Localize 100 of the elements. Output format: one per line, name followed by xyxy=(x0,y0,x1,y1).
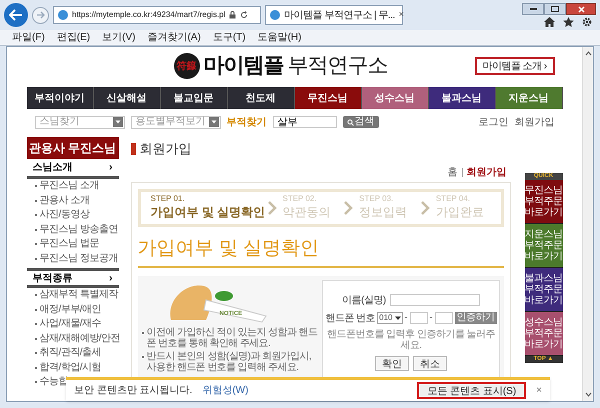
form-button[interactable]: 확인 xyxy=(374,356,409,370)
field-label: 이름(실명) xyxy=(342,294,386,308)
search-label: 부적찾기 xyxy=(226,116,266,130)
quick-link[interactable]: 불과스님 부적주문 바로가기 xyxy=(524,268,562,312)
section-title: 스님소개 xyxy=(32,161,72,175)
menu-item[interactable]: 도움말(H) xyxy=(258,30,302,45)
search-button[interactable]: 검색 xyxy=(342,116,378,128)
notice-text: 반드시 본인의 성함(실명)과 회원가입시, 사용한 핸드폰 번호를 입력해 주세요. xyxy=(146,350,312,372)
sidebar-item[interactable]: 합격/학업/시험 xyxy=(40,362,102,374)
nav-tab[interactable]: 불교입문 xyxy=(160,87,228,109)
menu-item[interactable]: 편집(E) xyxy=(56,30,90,45)
chevron-icon xyxy=(266,200,276,216)
dash-text: - xyxy=(430,311,432,324)
header-link[interactable]: 로그인 xyxy=(478,114,508,130)
nav-tab[interactable]: 불과스님 xyxy=(428,87,496,109)
sidebar-item[interactable]: 무진스님 방송출연 xyxy=(40,224,118,236)
quick-link[interactable]: 성수스님 부적주문 바로가기 xyxy=(524,312,562,356)
nav-tab[interactable]: 무진스님 xyxy=(294,87,362,109)
field-label: 핸드폰 번호 xyxy=(325,312,376,326)
notification-close[interactable]: × xyxy=(536,383,542,398)
phone-prefix-select[interactable]: 010 xyxy=(377,312,402,324)
sidebar-item[interactable]: 취직/관직/출세 xyxy=(40,347,102,360)
address-text: https://mytemple.co.kr:49234/mart7/regis.pl xyxy=(72,9,226,21)
nav-tab[interactable]: 성수스님 xyxy=(362,87,428,109)
sidebar-title: 관용사 무진스님 xyxy=(26,137,118,159)
nav-tab[interactable]: 신살해설 xyxy=(94,87,160,109)
sidebar-item[interactable]: 사진/동영상 xyxy=(40,209,90,222)
logo-subtitle: 부적연구소 xyxy=(288,53,388,80)
back-arrow-icon xyxy=(9,9,23,21)
section-title: 부적종류 xyxy=(32,272,72,286)
dropdown-value: 스님찾기 xyxy=(40,117,80,127)
search-icon xyxy=(346,118,354,126)
tab-title: 마이템플 부적연구소 | 무... xyxy=(284,8,395,22)
step-label: STEP 02. 약관동의 xyxy=(282,195,332,221)
chevron-text: › xyxy=(109,272,112,286)
dropdown-value: 010 xyxy=(379,312,392,324)
quick-link[interactable]: 무진스님 부적주문 바로가기 xyxy=(524,180,562,224)
page-icon xyxy=(270,10,280,20)
minimize-icon xyxy=(530,8,536,10)
chevron-icon xyxy=(420,200,430,216)
phone-input[interactable] xyxy=(434,312,452,324)
close-button[interactable] xyxy=(566,3,596,15)
nav-tab[interactable]: 지운스님 xyxy=(496,87,562,109)
quick-link[interactable]: 지운스님 부적주문 바로가기 xyxy=(524,224,562,268)
notice-text: 이전에 가입하신 적이 있는지 성함과 핸드폰 번호를 통해 확인해 주세요. xyxy=(146,326,318,348)
maximize-button[interactable] xyxy=(544,3,566,15)
menu-item[interactable]: 파일(F) xyxy=(12,30,45,45)
forward-arrow-icon xyxy=(36,11,45,19)
title-marker xyxy=(130,143,136,155)
breadcrumb-link[interactable]: 홈 xyxy=(448,165,458,180)
dash-text: - xyxy=(404,311,408,324)
nav-tab[interactable]: 천도제 xyxy=(228,87,294,109)
sidebar-item[interactable]: 무진스님 법문 xyxy=(40,238,99,250)
sidebar-section-header[interactable]: 부적종류 › xyxy=(26,268,118,288)
settings-icon[interactable] xyxy=(582,17,592,27)
sidebar-section-header[interactable]: 스님소개 › xyxy=(26,159,118,179)
page-title: 회원가입 xyxy=(140,140,192,158)
logo-text: 마이템플 xyxy=(204,53,284,80)
scroll-down-icon[interactable] xyxy=(584,392,592,397)
notification-message: 보안 콘텐츠만 표시됩니다. xyxy=(74,384,192,398)
page-icon xyxy=(58,10,68,20)
search-field[interactable]: 살부 xyxy=(272,116,336,128)
back-button[interactable] xyxy=(4,3,28,27)
step-label: STEP 04. 가입완료 xyxy=(436,195,485,221)
address-bar[interactable]: https://mytemple.co.kr:49234/mart7/regis.pl xyxy=(53,6,261,24)
step-label: STEP 03. 정보입력 xyxy=(359,195,408,221)
maximize-icon xyxy=(551,6,559,12)
name-input[interactable] xyxy=(390,294,480,306)
dropdown-arrow-icon xyxy=(394,314,402,322)
hint-text: 핸드폰번호를 입력후 인증하기를 눌러주세요. xyxy=(326,328,496,350)
home-icon[interactable] xyxy=(544,17,555,27)
menu-item[interactable]: 즐겨찾기(A) xyxy=(147,30,201,45)
menu-item[interactable]: 도구(T) xyxy=(212,30,246,45)
intro-button[interactable]: 마이템플 소개 › xyxy=(474,57,554,75)
nav-tab[interactable]: 부적이야기 xyxy=(26,87,94,109)
star-icon[interactable] xyxy=(563,17,574,27)
dropdown-value: 용도별부적보기 xyxy=(136,117,206,127)
show-all-content-button[interactable]: 모든 콘텐츠 표시(S) xyxy=(417,382,526,399)
logo-mark: 符籙 xyxy=(174,53,200,79)
minimize-button[interactable] xyxy=(522,3,544,15)
sidebar-item[interactable]: 삼재/재해예방/안전 xyxy=(40,332,120,345)
header-link[interactable]: 회원가입 xyxy=(514,114,554,130)
lock-icon xyxy=(229,11,236,19)
refresh-icon[interactable] xyxy=(240,11,248,19)
form-button[interactable]: 취소 xyxy=(412,356,447,370)
breadcrumb-link[interactable]: 회원가입 xyxy=(466,165,506,180)
scrollbar[interactable] xyxy=(582,47,593,401)
sidebar-item[interactable]: 애정/부부/애인 xyxy=(40,304,102,316)
sidebar-item[interactable]: 삼재부적 특별제작 xyxy=(40,289,118,302)
sidebar-item[interactable]: 사업/재물/재수 xyxy=(40,318,102,330)
menu-item[interactable]: 보기(V) xyxy=(102,30,136,45)
sidebar-item[interactable]: 관용사 소개 xyxy=(40,194,90,207)
sidebar-item[interactable]: 무진스님 소개 xyxy=(40,180,99,192)
section-heading: 가입여부 및 실명확인 xyxy=(138,235,504,268)
phone-input[interactable] xyxy=(410,312,428,324)
risk-link[interactable]: 위험성(W) xyxy=(202,383,248,398)
chevron-icon xyxy=(343,200,354,216)
verify-button[interactable]: 인증하기 xyxy=(454,312,496,324)
scroll-up-icon[interactable] xyxy=(584,51,592,56)
sidebar-item[interactable]: 무진스님 정보공개 xyxy=(40,252,118,265)
